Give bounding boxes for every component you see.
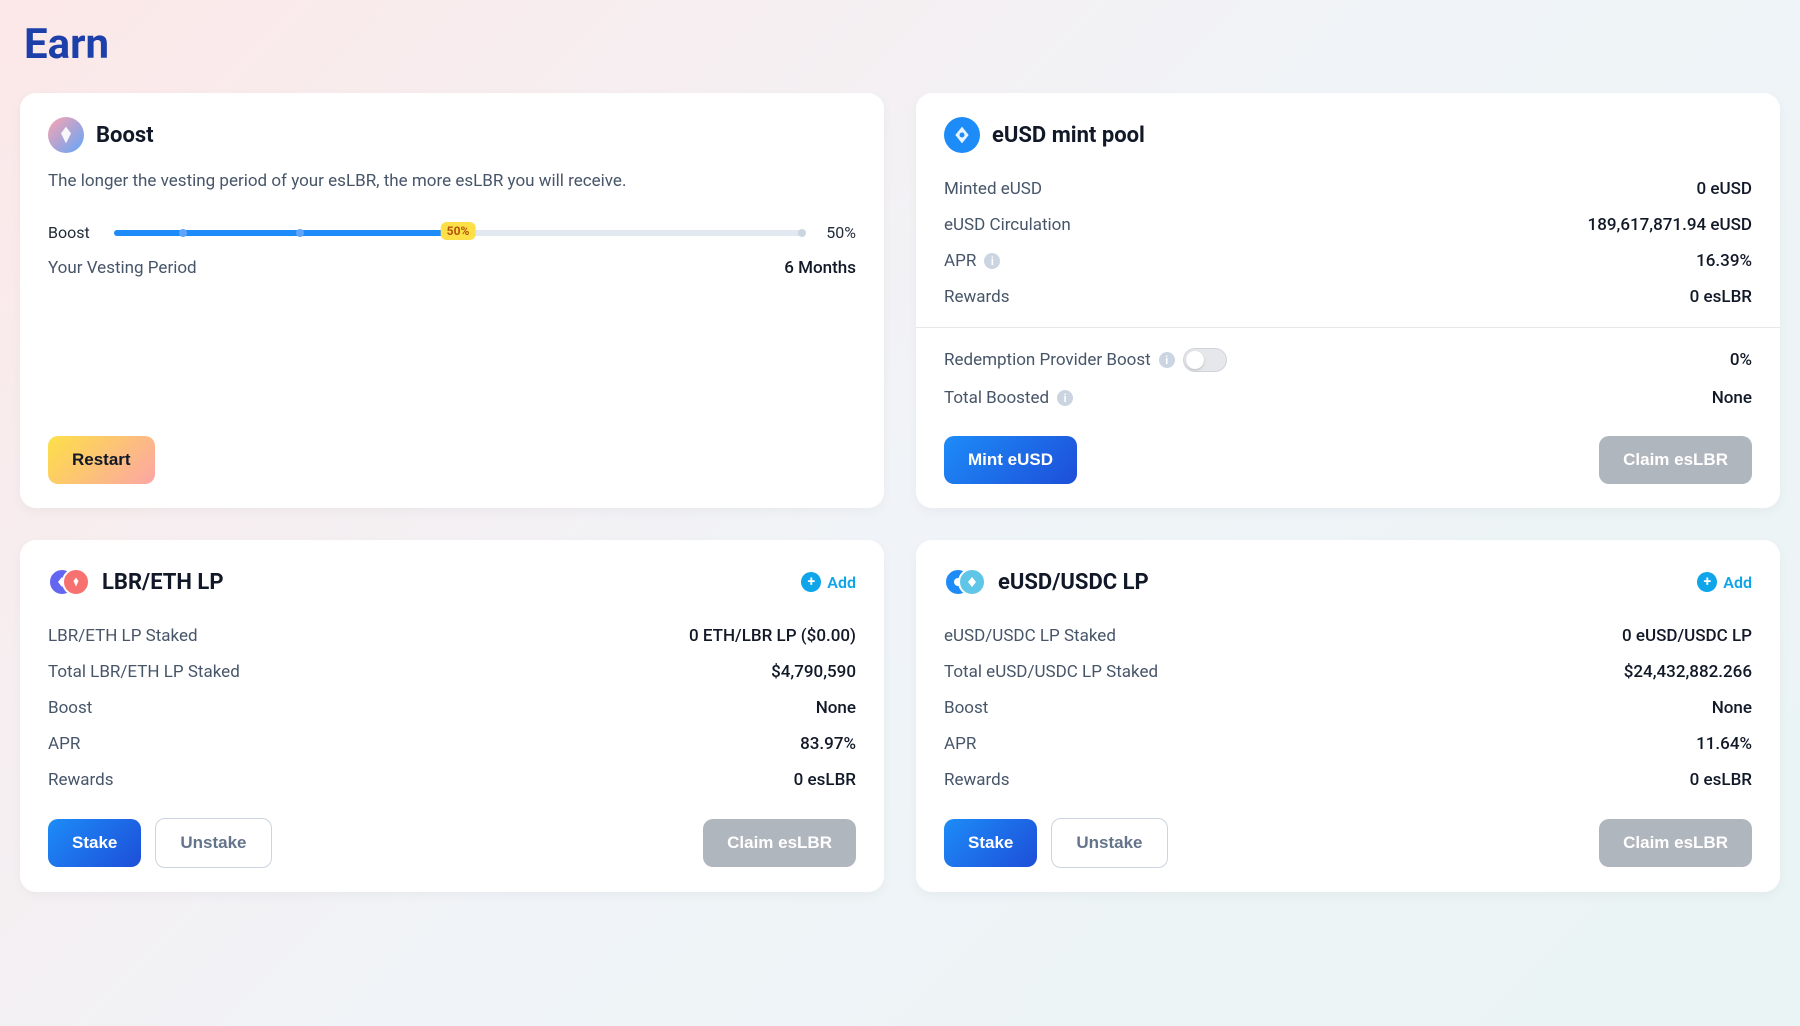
- add-label: Add: [827, 573, 856, 592]
- eu-total-staked-value: $24,432,882.266: [1624, 662, 1752, 682]
- eu-rewards-label: Rewards: [944, 770, 1009, 790]
- eusd-rewards-label: Rewards: [944, 287, 1009, 307]
- lbr-staked-value: 0 ETH/LBR LP ($0.00): [689, 626, 856, 646]
- minted-label: Minted eUSD: [944, 179, 1042, 199]
- eusd-rewards-row: Rewards 0 esLBR: [944, 279, 1752, 315]
- lbr-total-staked-value: $4,790,590: [771, 662, 856, 682]
- slider-badge: 50%: [441, 222, 476, 240]
- eusd-usdc-icon: [944, 564, 986, 600]
- boost-description: The longer the vesting period of your es…: [48, 171, 856, 191]
- minted-row: Minted eUSD 0 eUSD: [944, 171, 1752, 207]
- eu-boost-label: Boost: [944, 698, 988, 718]
- redemption-label: Redemption Provider Boost: [944, 350, 1151, 370]
- redemption-row: Redemption Provider Boost i 0%: [944, 340, 1752, 380]
- eu-rewards-value: 0 esLBR: [1690, 770, 1752, 790]
- total-boosted-row: Total Boosted i None: [944, 380, 1752, 416]
- eusd-card-header: eUSD mint pool: [944, 117, 1752, 153]
- divider: [916, 327, 1780, 328]
- eusd-apr-value: 16.39%: [1696, 251, 1752, 271]
- eusd-usdc-title: eUSD/USDC LP: [998, 570, 1149, 595]
- eusd-icon: [944, 117, 980, 153]
- info-icon[interactable]: i: [984, 253, 1000, 269]
- lbr-rewards-value: 0 esLBR: [794, 770, 856, 790]
- claim-eslbr-button[interactable]: Claim esLBR: [1599, 819, 1752, 867]
- redemption-value: 0%: [1730, 350, 1752, 370]
- lbr-boost-value: None: [816, 698, 856, 718]
- eusd-usdc-add-link[interactable]: + Add: [1697, 572, 1752, 592]
- eusd-usdc-header: eUSD/USDC LP + Add: [944, 564, 1752, 600]
- lbr-eth-header: LBR/ETH LP + Add: [48, 564, 856, 600]
- lbr-eth-lp-card: LBR/ETH LP + Add LBR/ETH LP Staked 0 ETH/…: [20, 540, 884, 892]
- eusd-buttons: Mint eUSD Claim esLBR: [944, 436, 1752, 484]
- add-label: Add: [1723, 573, 1752, 592]
- boost-slider-row: Boost 50% 50%: [48, 215, 856, 250]
- circulation-label: eUSD Circulation: [944, 215, 1071, 235]
- eusd-usdc-buttons: Stake Unstake Claim esLBR: [944, 818, 1752, 868]
- total-boosted-value: None: [1712, 388, 1752, 408]
- claim-eslbr-button[interactable]: Claim esLBR: [703, 819, 856, 867]
- lbr-apr-value: 83.97%: [800, 734, 856, 754]
- mint-eusd-button[interactable]: Mint eUSD: [944, 436, 1077, 484]
- stake-button[interactable]: Stake: [48, 819, 141, 867]
- unstake-button[interactable]: Unstake: [155, 818, 271, 868]
- boost-buttons: Restart: [48, 436, 856, 484]
- boost-slider-label: Boost: [48, 223, 90, 242]
- lbr-eth-add-link[interactable]: + Add: [801, 572, 856, 592]
- plus-icon: +: [801, 572, 821, 592]
- info-icon[interactable]: i: [1159, 352, 1175, 368]
- boost-card: Boost The longer the vesting period of y…: [20, 93, 884, 508]
- eusd-rewards-value: 0 esLBR: [1690, 287, 1752, 307]
- vesting-value: 6 Months: [784, 258, 856, 278]
- total-boosted-label: Total Boosted: [944, 388, 1049, 408]
- eusd-pool-card: eUSD mint pool Minted eUSD 0 eUSD eUSD C…: [916, 93, 1780, 508]
- restart-button[interactable]: Restart: [48, 436, 155, 484]
- boost-card-title: Boost: [96, 123, 154, 148]
- eusd-usdc-lp-card: eUSD/USDC LP + Add eUSD/USDC LP Staked 0 …: [916, 540, 1780, 892]
- page-title: Earn: [20, 20, 1780, 69]
- lbr-rewards-label: Rewards: [48, 770, 113, 790]
- eusd-card-title: eUSD mint pool: [992, 123, 1145, 148]
- unstake-button[interactable]: Unstake: [1051, 818, 1167, 868]
- claim-eslbr-button[interactable]: Claim esLBR: [1599, 436, 1752, 484]
- info-icon[interactable]: i: [1057, 390, 1073, 406]
- plus-icon: +: [1697, 572, 1717, 592]
- boost-percent-value: 50%: [826, 223, 856, 242]
- eu-boost-value: None: [1712, 698, 1752, 718]
- boost-icon: [48, 117, 84, 153]
- minted-value: 0 eUSD: [1696, 179, 1752, 199]
- boost-slider[interactable]: 50%: [114, 230, 803, 236]
- eusd-apr-label: APR: [944, 251, 976, 271]
- eu-apr-value: 11.64%: [1696, 734, 1752, 754]
- lbr-total-staked-label: Total LBR/ETH LP Staked: [48, 662, 240, 682]
- circulation-value: 189,617,871.94 eUSD: [1588, 215, 1752, 235]
- lbr-boost-label: Boost: [48, 698, 92, 718]
- boost-card-header: Boost: [48, 117, 856, 153]
- stake-button[interactable]: Stake: [944, 819, 1037, 867]
- vesting-row: Your Vesting Period 6 Months: [48, 250, 856, 286]
- redemption-toggle[interactable]: [1183, 348, 1227, 372]
- vesting-label: Your Vesting Period: [48, 258, 197, 278]
- lbr-eth-title: LBR/ETH LP: [102, 570, 224, 595]
- lbr-staked-label: LBR/ETH LP Staked: [48, 626, 198, 646]
- circulation-row: eUSD Circulation 189,617,871.94 eUSD: [944, 207, 1752, 243]
- eu-total-staked-label: Total eUSD/USDC LP Staked: [944, 662, 1158, 682]
- card-grid: Boost The longer the vesting period of y…: [20, 93, 1780, 892]
- lbr-eth-icon: [48, 564, 90, 600]
- lbr-apr-label: APR: [48, 734, 80, 754]
- eu-apr-label: APR: [944, 734, 976, 754]
- eu-staked-value: 0 eUSD/USDC LP: [1622, 626, 1752, 646]
- eu-staked-label: eUSD/USDC LP Staked: [944, 626, 1116, 646]
- eusd-apr-row: APR i 16.39%: [944, 243, 1752, 279]
- lbr-eth-buttons: Stake Unstake Claim esLBR: [48, 818, 856, 868]
